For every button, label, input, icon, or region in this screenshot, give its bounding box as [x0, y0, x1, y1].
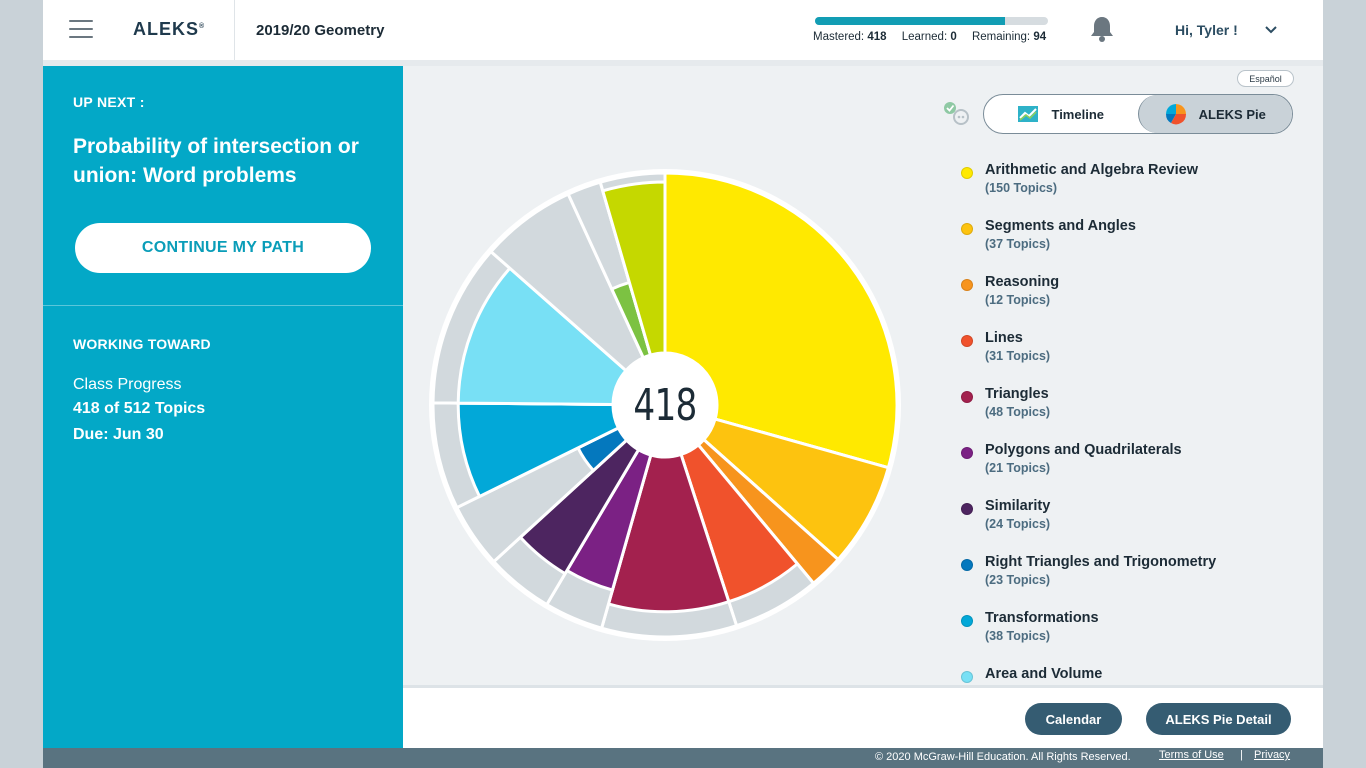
legend-item[interactable]: Transformations (38 Topics)	[959, 610, 1299, 666]
working-toward-label: WORKING TOWARD	[73, 336, 211, 352]
legend-topic-name: Arithmetic and Algebra Review	[985, 162, 1198, 178]
legend-topic-count: (48 Topics)	[985, 405, 1051, 419]
remaining-label: Remaining:	[971, 31, 1031, 43]
class-progress-value: 418 of 512 Topics	[73, 400, 206, 417]
mastered-count: 418	[867, 31, 887, 43]
remaining-count: 94	[1033, 31, 1047, 43]
bell-icon[interactable]	[1089, 15, 1115, 43]
up-next-topic: Probability of intersection or union: Wo…	[73, 135, 359, 187]
aleks-pie-chart: 418	[429, 169, 901, 641]
copyright-footer: © 2020 McGraw-Hill Education. All Rights…	[43, 748, 1323, 768]
top-header: ALEKS® 2019/20 Geometry Mastered: 418 Le…	[43, 0, 1323, 60]
espanol-button[interactable]: Español	[1237, 70, 1294, 87]
footer-separator: |	[1240, 749, 1243, 761]
privacy-link[interactable]: Privacy	[1254, 749, 1290, 761]
legend-item[interactable]: Polygons and Quadrilaterals (21 Topics)	[959, 442, 1299, 498]
action-bar: Calendar ALEKS Pie Detail	[403, 688, 1323, 748]
due-date: Due: Jun 30	[73, 426, 164, 443]
timeline-icon	[1018, 106, 1039, 122]
learned-count: 0	[950, 31, 957, 43]
legend-color-dot	[961, 447, 973, 459]
aleks-pie-detail-button[interactable]: ALEKS Pie Detail	[1146, 703, 1291, 735]
legend-topic-count: (23 Topics)	[985, 573, 1051, 587]
legend-color-dot	[961, 223, 973, 235]
progress-fill	[815, 17, 1006, 25]
mastered-label: Mastered:	[813, 31, 865, 43]
calendar-button[interactable]: Calendar	[1025, 703, 1122, 735]
tab-aleks-pie[interactable]: ALEKS Pie	[1137, 95, 1292, 133]
legend-item[interactable]: Similarity (24 Topics)	[959, 498, 1299, 554]
legend-color-dot	[961, 391, 973, 403]
legend-topic-name: Polygons and Quadrilaterals	[985, 442, 1182, 458]
progress-stats: Mastered: 418 Learned: 0 Remaining: 94	[813, 31, 1046, 43]
pie-legend: Arithmetic and Algebra Review (150 Topics…	[959, 162, 1299, 722]
learning-mode-icon[interactable]	[941, 100, 971, 128]
pie-icon	[1165, 104, 1186, 125]
legend-color-dot	[961, 559, 973, 571]
view-toggle: Timeline ALEKS Pie	[983, 94, 1293, 134]
legend-topic-count: (38 Topics)	[985, 629, 1051, 643]
legend-item[interactable]: Segments and Angles (37 Topics)	[959, 218, 1299, 274]
copyright-text: © 2020 McGraw-Hill Education. All Rights…	[875, 751, 1131, 763]
legend-color-dot	[961, 279, 973, 291]
tab-timeline[interactable]: Timeline	[984, 95, 1138, 133]
legend-item[interactable]: Triangles (48 Topics)	[959, 386, 1299, 442]
legend-color-dot	[961, 615, 973, 627]
legend-topic-count: (12 Topics)	[985, 293, 1051, 307]
legend-color-dot	[961, 503, 973, 515]
legend-topic-name: Triangles	[985, 386, 1049, 402]
left-panel: UP NEXT : Probability of intersection or…	[43, 66, 403, 748]
main-panel: Español Timeline ALEKS Pie 418 Arithmeti…	[403, 66, 1323, 685]
legend-topic-count: (37 Topics)	[985, 237, 1051, 251]
tab-timeline-label: Timeline	[1051, 106, 1104, 122]
legend-topic-name: Area and Volume	[985, 666, 1103, 682]
legend-topic-name: Similarity	[985, 498, 1051, 514]
terms-of-use-link[interactable]: Terms of Use	[1159, 749, 1224, 761]
aleks-logo[interactable]: ALEKS®	[133, 19, 205, 40]
legend-topic-name: Segments and Angles	[985, 218, 1136, 234]
header-divider	[234, 0, 235, 60]
learned-label: Learned:	[901, 31, 948, 43]
legend-topic-name: Lines	[985, 330, 1023, 346]
menu-icon[interactable]	[69, 20, 93, 40]
pie-center-count: 418	[633, 379, 697, 431]
tab-aleks-pie-label: ALEKS Pie	[1198, 106, 1266, 122]
legend-item[interactable]: Reasoning (12 Topics)	[959, 274, 1299, 330]
user-greeting[interactable]: Hi, Tyler !	[1175, 22, 1238, 38]
up-next-label: UP NEXT :	[73, 94, 145, 110]
legend-item[interactable]: Right Triangles and Trigonometry (23 Topi…	[959, 554, 1299, 610]
legend-color-dot	[961, 167, 973, 179]
progress-bar	[815, 17, 1048, 25]
legend-topic-name: Right Triangles and Trigonometry	[985, 554, 1217, 570]
legend-color-dot	[961, 671, 973, 683]
legend-topic-name: Reasoning	[985, 274, 1060, 290]
legend-topic-count: (31 Topics)	[985, 349, 1051, 363]
continue-my-path-button[interactable]: CONTINUE MY PATH	[75, 223, 371, 273]
legend-topic-name: Transformations	[985, 610, 1099, 626]
legend-item[interactable]: Arithmetic and Algebra Review (150 Topics…	[959, 162, 1299, 218]
legend-topic-count: (21 Topics)	[985, 461, 1051, 475]
legend-topic-count: (150 Topics)	[985, 181, 1058, 195]
legend-topic-count: (24 Topics)	[985, 517, 1051, 531]
panel-divider	[43, 305, 403, 306]
course-title: 2019/20 Geometry	[256, 22, 385, 39]
chevron-down-icon[interactable]	[1264, 22, 1278, 36]
legend-color-dot	[961, 335, 973, 347]
legend-item[interactable]: Lines (31 Topics)	[959, 330, 1299, 386]
class-progress-label: Class Progress	[73, 376, 182, 393]
